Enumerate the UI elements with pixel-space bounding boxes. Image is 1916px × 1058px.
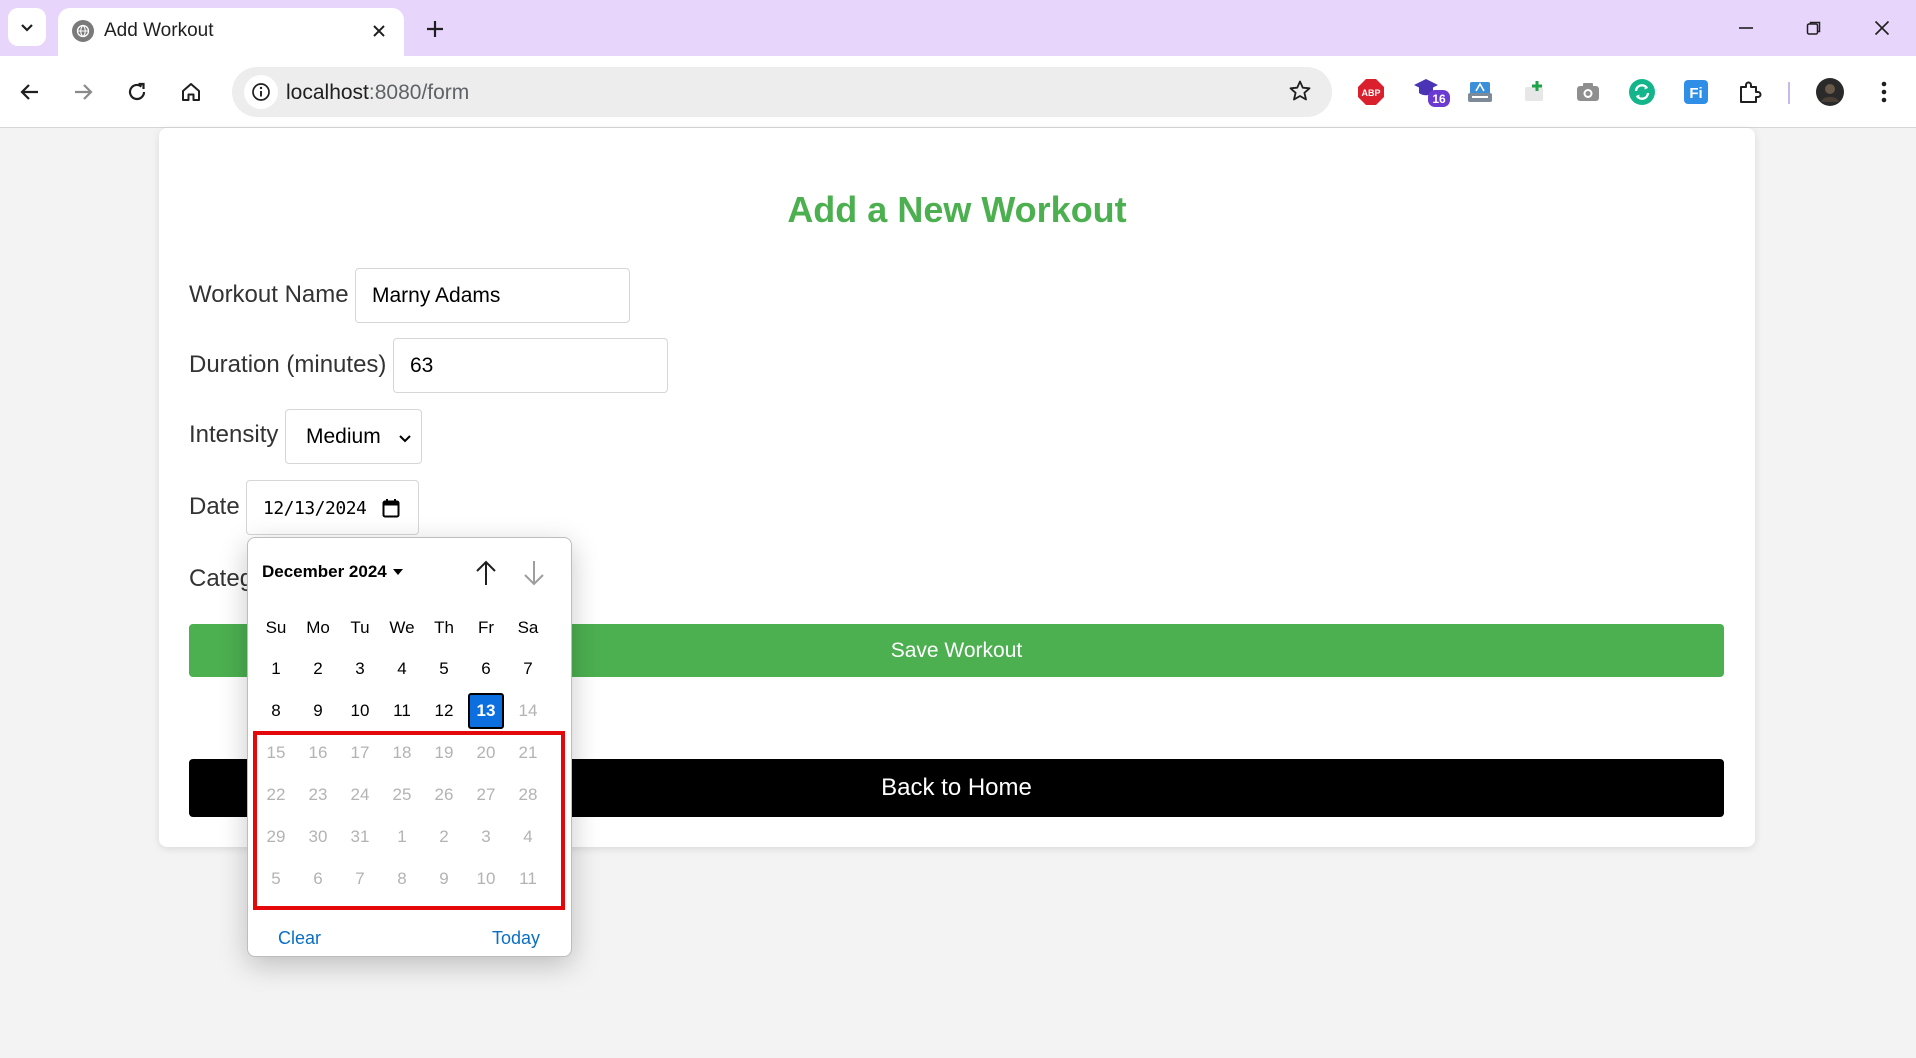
browser-toolbar: localhost:8080/form ABP 16 Fi <box>0 56 1916 128</box>
close-window-button[interactable] <box>1854 8 1910 48</box>
weekday-label: Mo <box>306 618 330 637</box>
chevron-down-icon <box>397 428 413 452</box>
bookmark-star-icon[interactable] <box>1288 79 1312 108</box>
globe-icon <box>72 20 94 42</box>
calendar-day[interactable]: 2 <box>300 651 336 687</box>
plus-icon <box>427 21 443 37</box>
browser-menu-button[interactable] <box>1868 76 1900 108</box>
calendar-day[interactable]: 5 <box>426 651 462 687</box>
restore-button[interactable] <box>1786 8 1842 48</box>
calendar-day[interactable]: 1 <box>258 651 294 687</box>
camera-icon[interactable] <box>1572 76 1604 108</box>
calendar-day[interactable]: 12 <box>426 693 462 729</box>
today-button[interactable]: Today <box>492 928 540 949</box>
tab-strip: Add Workout <box>0 0 1916 56</box>
calendar-day[interactable]: 9 <box>300 693 336 729</box>
more-vertical-icon <box>1881 81 1887 103</box>
back-button[interactable] <box>10 72 50 112</box>
weekday-label: We <box>389 618 415 637</box>
arrow-left-icon <box>20 84 38 100</box>
add-screenshot-icon[interactable] <box>1518 76 1550 108</box>
home-button[interactable] <box>171 72 211 112</box>
url-host: localhost <box>286 81 369 104</box>
avatar[interactable] <box>1814 76 1846 108</box>
next-month-button[interactable] <box>518 556 550 590</box>
fi-icon[interactable]: Fi <box>1680 76 1712 108</box>
close-icon <box>1874 20 1890 36</box>
page-title: Add a New Workout <box>787 189 1127 230</box>
calendar-day-disabled: 14 <box>518 701 538 720</box>
tab-title: Add Workout <box>104 20 214 41</box>
new-tab-button[interactable] <box>418 12 452 46</box>
url-text: localhost:8080/form <box>286 81 469 105</box>
calendar-day[interactable]: 3 <box>342 651 378 687</box>
weekday-label: Tu <box>350 618 370 637</box>
arrow-right-icon <box>75 84 93 100</box>
intensity-value: Medium <box>306 425 381 448</box>
reload-icon <box>128 82 146 101</box>
extension-badge: 16 <box>1432 92 1446 106</box>
month-year-label: December 2024 <box>262 562 387 581</box>
calendar-day[interactable]: 4 <box>384 651 420 687</box>
duration-label: Duration (minutes) <box>189 351 387 378</box>
calendar-day[interactable]: 7 <box>510 651 546 687</box>
weekday-label: Th <box>434 618 454 637</box>
graduation-cap-icon[interactable]: 16 <box>1412 76 1452 108</box>
sync-icon[interactable] <box>1626 76 1658 108</box>
date-label: Date <box>189 493 240 520</box>
reload-button[interactable] <box>117 72 157 112</box>
calendar-day[interactable]: 6 <box>468 651 504 687</box>
intensity-select[interactable]: Medium <box>285 409 422 464</box>
arrow-down-icon <box>524 561 544 586</box>
highlight-rectangle <box>253 731 565 910</box>
previous-month-button[interactable] <box>470 556 502 590</box>
date-value: 12/13/2024 <box>263 498 367 519</box>
translate-icon[interactable] <box>1464 76 1496 108</box>
address-bar[interactable]: localhost:8080/form <box>232 67 1332 117</box>
category-label: Categ <box>189 565 254 592</box>
puzzle-icon[interactable] <box>1734 76 1766 108</box>
restore-icon <box>1806 21 1821 35</box>
minimize-button[interactable] <box>1718 8 1774 48</box>
month-year-selector[interactable]: December 2024 <box>262 562 403 582</box>
minimize-icon <box>1739 27 1753 29</box>
arrow-up-icon <box>476 560 496 585</box>
chevron-down-icon <box>21 24 33 32</box>
fi-label: Fi <box>1689 85 1702 102</box>
active-tab[interactable]: Add Workout <box>58 8 404 56</box>
date-input[interactable]: 12/13/2024 <box>246 480 419 535</box>
weekday-label: Su <box>265 618 287 637</box>
close-tab-button[interactable] <box>366 18 392 44</box>
forward-button[interactable] <box>63 72 103 112</box>
calendar-day[interactable]: 10 <box>342 693 378 729</box>
intensity-label: Intensity <box>189 421 279 448</box>
weekday-label: Fr <box>477 618 495 637</box>
calendar-day[interactable]: 8 <box>258 693 294 729</box>
adblock-plus-icon[interactable]: ABP <box>1355 76 1387 108</box>
duration-input[interactable]: 63 <box>393 338 668 393</box>
caret-down-icon <box>392 569 403 575</box>
weekday-label: Sa <box>517 618 539 637</box>
url-path: :8080/form <box>368 81 470 104</box>
calendar-day[interactable]: 11 <box>384 693 420 729</box>
clear-button[interactable]: Clear <box>278 928 321 949</box>
calendar-day-selected[interactable]: 13 <box>468 693 504 729</box>
tab-search-button[interactable] <box>8 8 46 46</box>
workout-name-label: Workout Name <box>189 281 349 308</box>
adblock-label: ABP <box>1361 88 1380 98</box>
toolbar-divider <box>1788 82 1790 104</box>
calendar-icon[interactable] <box>382 498 400 524</box>
workout-name-input[interactable]: Marny Adams <box>355 268 630 323</box>
close-icon <box>373 25 385 37</box>
home-icon <box>182 83 200 101</box>
site-info-icon[interactable] <box>244 75 278 109</box>
date-picker-popup: December 2024 Su Mo Tu We Th Fr Sa 1 2 3 4 5 6 7 8 9 10… <box>247 537 572 957</box>
